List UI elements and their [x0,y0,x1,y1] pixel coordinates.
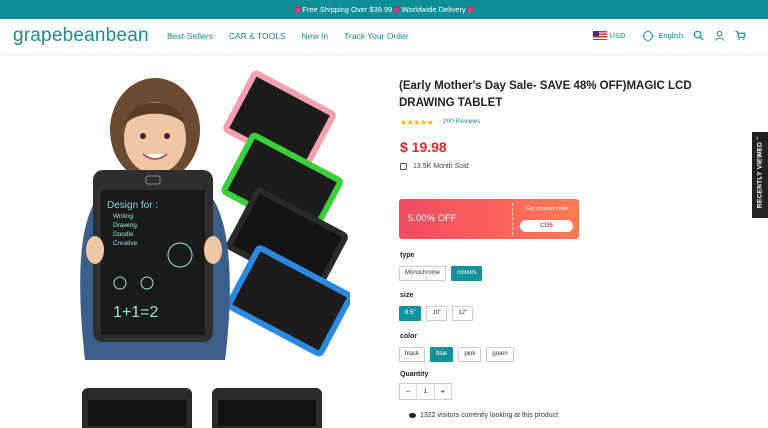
color-option-pink[interactable]: pink [458,347,482,362]
recently-viewed-tab[interactable]: ‹ RECENTLY VIEWED [752,132,768,218]
quantity-minus-button[interactable]: − [400,384,416,399]
currency-selector[interactable]: USD [610,31,626,40]
tablet-item-drawing: Drawing [113,222,137,229]
product-main-image[interactable]: Design for : Writing Drawing Doodle Crea… [55,70,350,370]
site-header: grapebeanbean Best-Sellers CAR & TOOLS N… [0,19,768,55]
tablet-item-creative: Creative [113,240,138,247]
search-icon[interactable] [693,30,704,41]
size-option-8-5[interactable]: 8.5" [399,306,422,321]
coupon-code-button[interactable]: CD5 [520,220,573,232]
account-icon[interactable] [714,30,725,41]
tablet-equation: 1+1=2 [113,304,158,321]
size-option-12[interactable]: 12" [452,306,474,321]
sold-count-text: 13.5K Month Sold [413,163,469,170]
quantity-label: Quantity [400,371,429,378]
size-option-10[interactable]: 10" [426,306,448,321]
cart-icon[interactable] [735,30,746,41]
rating-stars: ★★★★★ [400,118,434,127]
tablet-heading: Design for : [107,200,158,211]
type-option-monochrome[interactable]: Monochrome [399,266,447,281]
color-option-black[interactable]: black [399,347,426,362]
coupon-get-label: Get coupon code [526,206,568,212]
product-title: (Early Mother's Day Sale- SAVE 48% OFF)M… [399,80,692,109]
eye-icon [409,413,416,418]
quantity-stepper: − 1 + [399,383,452,400]
thumbnail-1-screen [88,400,186,426]
coupon-discount: 5.00% OFF [408,213,457,224]
color-options: black blue pink green [399,347,514,362]
product-price: $ 19.98 [400,139,447,155]
reviews-link[interactable]: 200 Reviews [443,118,480,125]
nav-new-in[interactable]: New In [302,31,328,41]
tablet-item-writing: Writing [113,213,133,220]
nav-best-sellers[interactable]: Best-Sellers [167,31,213,41]
quantity-plus-button[interactable]: + [435,384,451,399]
type-label: type [400,252,415,259]
site-logo[interactable]: grapebeanbean [13,25,149,47]
coupon-banner: 5.00% OFF Get coupon code CD5 [399,199,579,239]
globe-icon [643,30,654,41]
announcement-bar: 💗Free Shipping Over $39.99💗Worldwide Del… [0,0,768,19]
recently-viewed-label: RECENTLY VIEWED [756,141,764,209]
thumbnail-2-screen [218,400,316,426]
sold-count: 13.5K Month Sold [400,163,469,170]
size-label: size [400,292,414,299]
type-options: Monochrome colours [399,266,483,281]
type-option-colours[interactable]: colours [451,266,483,281]
language-selector[interactable]: English [658,31,683,40]
thumbnail-2[interactable] [210,386,325,428]
visitors-notice: 1322 visitors currently looking at this … [409,412,558,419]
main-nav: Best-Sellers CAR & TOOLS New In Track Yo… [167,31,425,41]
header-tools: USD English [592,30,746,41]
thumbnail-1[interactable] [80,386,195,428]
color-label: color [400,333,418,340]
nav-track-order[interactable]: Track Your Order [344,31,408,41]
quantity-input[interactable]: 1 [416,384,435,399]
color-option-blue[interactable]: blue [430,347,454,362]
tablet-front: Design for : Writing Drawing Doodle Crea… [93,170,213,342]
nav-car-tools[interactable]: CAR & TOOLS [229,31,286,41]
color-option-green[interactable]: green [486,347,514,362]
shopping-bag-icon [400,163,407,170]
size-options: 8.5" 10" 12" [399,306,474,321]
visitors-text: 1322 visitors currently looking at this … [420,412,559,419]
us-flag-icon [592,31,607,40]
tablet-item-doodle: Doodle [113,231,134,238]
coupon-divider [512,203,513,235]
